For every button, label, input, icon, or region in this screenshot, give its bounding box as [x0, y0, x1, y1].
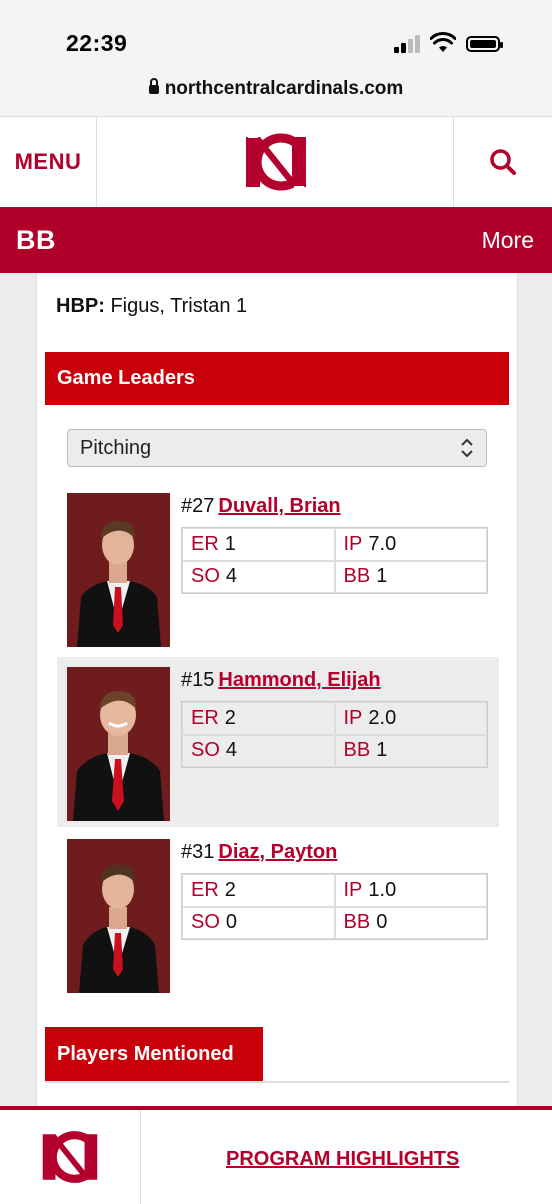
nc-cardinals-logo-icon — [42, 1131, 98, 1183]
boxscore-content: HBP: Figus, Tristan 1 Game Leaders Pitch… — [36, 273, 518, 1108]
wifi-icon — [430, 32, 456, 52]
program-highlights-link[interactable]: PROGRAM HIGHLIGHTS — [226, 1148, 459, 1171]
url-display: northcentralcardinals.com — [0, 78, 552, 100]
player-name-link[interactable]: Hammond, Elijah — [218, 669, 380, 691]
menu-button[interactable]: MENU — [0, 117, 97, 207]
lock-icon — [148, 78, 159, 94]
nc-logo-small[interactable] — [0, 1110, 141, 1204]
leader-category-select[interactable]: Pitching — [67, 429, 487, 467]
player-number: #15 — [181, 669, 215, 691]
stat-label: BB — [343, 565, 371, 588]
stat-label: IP — [343, 878, 363, 901]
stat-value: 1 — [376, 565, 388, 588]
site-header: MENU — [0, 117, 552, 207]
stat-value: 2.0 — [368, 706, 397, 729]
stat-label: ER — [191, 878, 219, 901]
select-value: Pitching — [80, 436, 152, 459]
stat-cell: BB 1 — [334, 560, 487, 593]
hbp-note: HBP: Figus, Tristan 1 — [56, 295, 247, 318]
stat-value: 2 — [224, 878, 236, 901]
stat-label: ER — [191, 532, 219, 555]
sport-navigation-bar: BB More — [0, 207, 552, 273]
browser-url-bar[interactable]: northcentralcardinals.com — [0, 70, 552, 117]
battery-icon — [466, 36, 503, 52]
stat-label: IP — [343, 532, 363, 555]
stat-cell: BB 0 — [334, 906, 487, 939]
cellular-signal-icon — [394, 35, 422, 53]
stat-value: 1.0 — [368, 878, 397, 901]
leader-card: #27 Duvall, Brian ER 1 IP 7.0 SO 4 BB 1 — [57, 483, 499, 653]
player-photo — [67, 839, 170, 993]
stat-label: SO — [191, 739, 220, 762]
player-number: #31 — [181, 841, 215, 863]
player-name-link[interactable]: Duvall, Brian — [218, 495, 340, 517]
stat-value: 4 — [225, 739, 238, 762]
stat-cell: BB 1 — [334, 734, 487, 767]
stat-cell: ER 1 — [182, 528, 335, 561]
stat-cell: SO 4 — [182, 734, 335, 767]
stat-label: SO — [191, 911, 220, 934]
stat-cell: ER 2 — [182, 874, 335, 907]
stat-cell: IP 2.0 — [334, 702, 487, 735]
player-number: #27 — [181, 495, 215, 517]
player-photo — [67, 493, 170, 647]
game-leaders-heading: Game Leaders — [45, 352, 509, 405]
stat-value: 1 — [224, 532, 236, 555]
hbp-value: Figus, Tristan 1 — [110, 295, 248, 317]
stat-value: 0 — [376, 911, 388, 934]
stat-value: 7.0 — [368, 532, 397, 555]
chevron-up-down-icon — [461, 438, 473, 458]
stat-label: IP — [343, 706, 363, 729]
stat-value: 1 — [376, 739, 388, 762]
stat-label: ER — [191, 706, 219, 729]
stat-cell: ER 2 — [182, 702, 335, 735]
stat-cell: SO 0 — [182, 906, 335, 939]
sport-title[interactable]: BB — [16, 225, 56, 256]
status-bar: 22:39 — [0, 0, 552, 70]
nc-cardinals-logo[interactable] — [238, 129, 314, 195]
clock: 22:39 — [66, 30, 128, 56]
section-divider — [45, 1081, 509, 1083]
search-button[interactable] — [453, 117, 552, 207]
player-name-link[interactable]: Diaz, Payton — [218, 841, 337, 863]
stat-value: 0 — [225, 911, 238, 934]
more-button[interactable]: More — [482, 227, 534, 254]
stat-cell: SO 4 — [182, 560, 335, 593]
url-text: northcentralcardinals.com — [164, 78, 404, 99]
stat-value: 4 — [225, 565, 238, 588]
stat-cell: IP 7.0 — [334, 528, 487, 561]
bottom-promo-bar: PROGRAM HIGHLIGHTS — [0, 1106, 552, 1204]
stat-label: SO — [191, 565, 220, 588]
search-icon — [490, 149, 516, 175]
stat-value: 2 — [224, 706, 236, 729]
player-stats-grid: ER 2 IP 1.0 SO 0 BB 0 — [181, 873, 488, 940]
stat-label: BB — [343, 739, 371, 762]
player-stats-grid: ER 2 IP 2.0 SO 4 BB 1 — [181, 701, 488, 768]
stat-label: BB — [343, 911, 371, 934]
stat-cell: IP 1.0 — [334, 874, 487, 907]
leader-card: #15 Hammond, Elijah ER 2 IP 2.0 SO 4 BB 1 — [57, 657, 499, 827]
leader-card: #31 Diaz, Payton ER 2 IP 1.0 SO 0 BB 0 — [57, 829, 499, 999]
player-photo — [67, 667, 170, 821]
hbp-label: HBP: — [56, 295, 105, 317]
players-mentioned-heading: Players Mentioned — [45, 1027, 263, 1081]
player-stats-grid: ER 1 IP 7.0 SO 4 BB 1 — [181, 527, 488, 594]
game-leaders-panel: Pitching #27 Duvall, Brian ER 1 IP 7.0 SO 4 … — [45, 405, 509, 1013]
